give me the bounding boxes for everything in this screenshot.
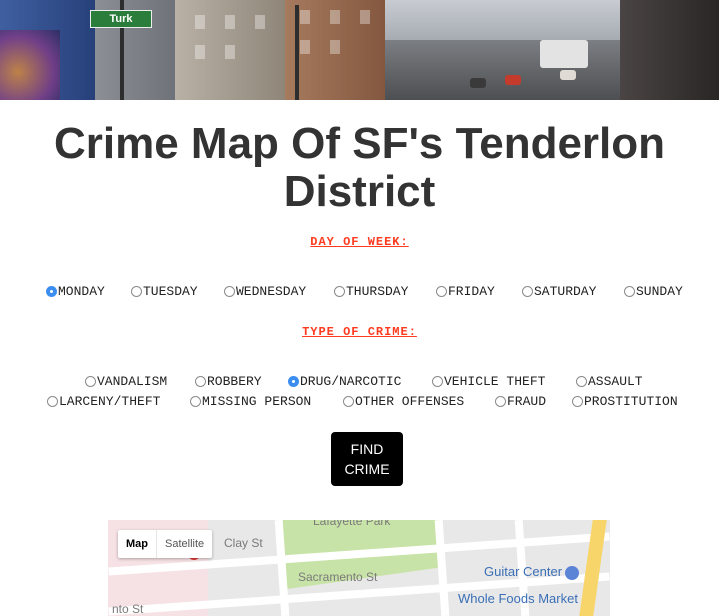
radio-crime-prostitution[interactable]: PROSTITUTION bbox=[572, 394, 678, 409]
radio-day-tuesday[interactable]: TUESDAY bbox=[131, 284, 198, 299]
page-title-line1: Crime Map Of SF's Tenderlon bbox=[53, 119, 666, 168]
bus bbox=[540, 40, 588, 68]
crime-map[interactable]: Lafayette Park Clay St Sacramento St nto… bbox=[108, 520, 610, 616]
radio-day-friday[interactable]: FRIDAY bbox=[436, 284, 495, 299]
poi-guitar-center[interactable]: Guitar Center bbox=[484, 564, 580, 580]
radio-button[interactable] bbox=[576, 376, 587, 387]
page-title: Crime Map Of SF's Tenderlon District bbox=[0, 120, 719, 216]
day-of-week-group: MONDAY TUESDAY WEDNESDAY THURSDAY FRIDAY… bbox=[0, 284, 719, 300]
map-type-satellite-button[interactable]: Satellite bbox=[156, 530, 212, 558]
radio-button[interactable] bbox=[47, 396, 58, 407]
crime-type-group-row2: LARCENY/THEFT MISSING PERSON OTHER OFFEN… bbox=[0, 394, 719, 410]
radio-button[interactable] bbox=[343, 396, 354, 407]
radio-crime-vandalism[interactable]: VANDALISM bbox=[85, 374, 167, 389]
radio-crime-assault[interactable]: ASSAULT bbox=[576, 374, 643, 389]
radio-button[interactable] bbox=[131, 286, 142, 297]
radio-day-wednesday[interactable]: WEDNESDAY bbox=[224, 284, 306, 299]
radio-button[interactable] bbox=[572, 396, 583, 407]
radio-button[interactable] bbox=[436, 286, 447, 297]
find-crime-button-line2: CRIME bbox=[344, 461, 390, 477]
radio-button[interactable] bbox=[522, 286, 533, 297]
radio-button-checked[interactable] bbox=[288, 376, 299, 387]
radio-button[interactable] bbox=[624, 286, 635, 297]
radio-button[interactable] bbox=[495, 396, 506, 407]
map-road-vertical bbox=[434, 520, 450, 616]
day-of-week-label: DAY OF WEEK: bbox=[310, 235, 409, 249]
radio-button[interactable] bbox=[195, 376, 206, 387]
map-label-partial-street: nto St bbox=[112, 602, 144, 616]
poi-whole-foods[interactable]: Whole Foods Market bbox=[458, 591, 578, 606]
radio-crime-larceny-theft[interactable]: LARCENY/THEFT bbox=[47, 394, 160, 409]
radio-button[interactable] bbox=[85, 376, 96, 387]
find-crime-button-line1: FIND bbox=[350, 441, 384, 457]
radio-day-thursday[interactable]: THURSDAY bbox=[334, 284, 408, 299]
map-label-clay-st: Clay St bbox=[224, 536, 263, 550]
radio-button[interactable] bbox=[432, 376, 443, 387]
map-label-lafayette-park: Lafayette Park bbox=[313, 520, 391, 528]
page-title-line2: District bbox=[283, 167, 436, 216]
radio-crime-drug-narcotic[interactable]: DRUG/NARCOTIC bbox=[288, 374, 401, 389]
radio-button-checked[interactable] bbox=[46, 286, 57, 297]
shopping-bag-icon bbox=[565, 565, 580, 580]
radio-day-saturday[interactable]: SATURDAY bbox=[522, 284, 596, 299]
radio-day-sunday[interactable]: SUNDAY bbox=[624, 284, 683, 299]
radio-button[interactable] bbox=[224, 286, 235, 297]
radio-day-monday[interactable]: MONDAY bbox=[46, 284, 105, 299]
crime-type-label: TYPE OF CRIME: bbox=[302, 325, 417, 339]
street-sign: Turk bbox=[90, 10, 152, 28]
crime-type-group-row1: VANDALISM ROBBERY DRUG/NARCOTIC VEHICLE … bbox=[0, 374, 719, 390]
radio-button[interactable] bbox=[334, 286, 345, 297]
radio-crime-robbery[interactable]: ROBBERY bbox=[195, 374, 262, 389]
map-type-control: Map Satellite bbox=[118, 530, 213, 558]
map-type-map-button[interactable]: Map bbox=[118, 530, 156, 558]
radio-button[interactable] bbox=[190, 396, 201, 407]
header-banner-photo: Turk bbox=[0, 0, 719, 100]
radio-crime-fraud[interactable]: FRAUD bbox=[495, 394, 546, 409]
radio-crime-other-offenses[interactable]: OTHER OFFENSES bbox=[343, 394, 464, 409]
radio-crime-vehicle-theft[interactable]: VEHICLE THEFT bbox=[432, 374, 545, 389]
radio-crime-missing-person[interactable]: MISSING PERSON bbox=[190, 394, 311, 409]
find-crime-button[interactable]: FIND CRIME bbox=[331, 432, 403, 486]
map-label-sacramento-st: Sacramento St bbox=[298, 570, 378, 584]
mural bbox=[0, 30, 60, 100]
